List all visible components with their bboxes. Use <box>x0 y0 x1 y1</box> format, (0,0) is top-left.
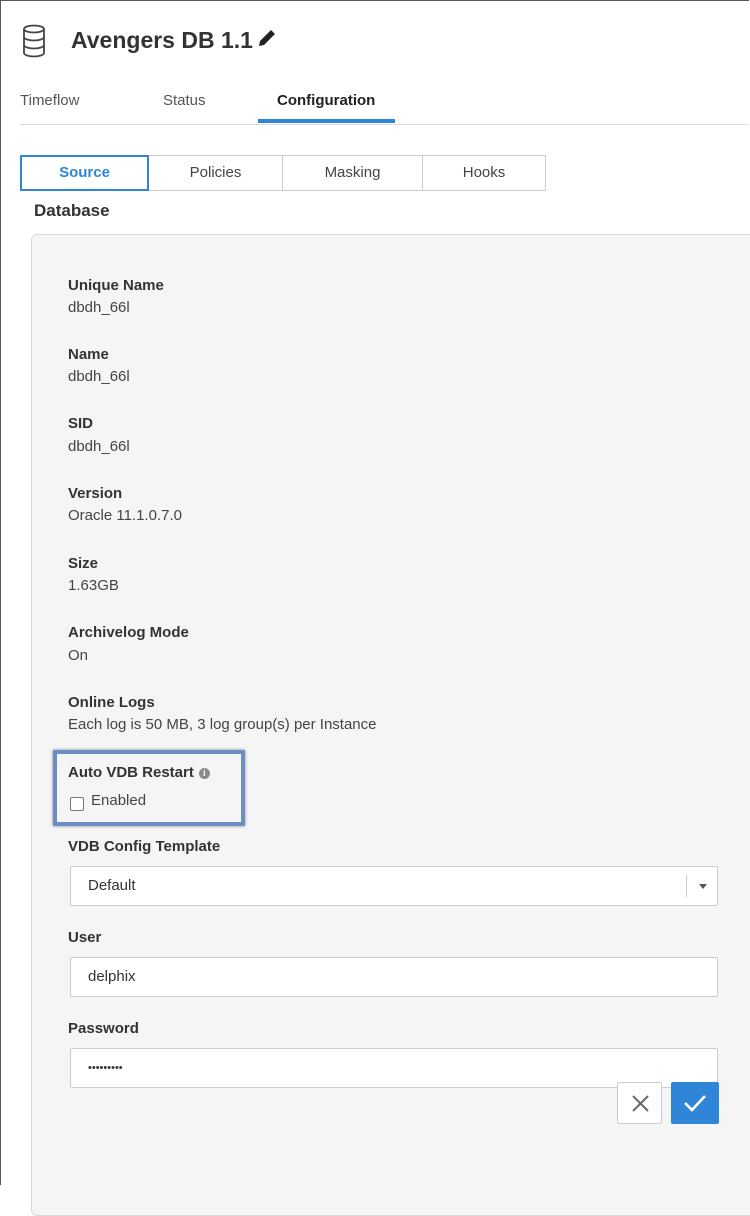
field-value-sid: dbdh_66l <box>68 438 130 455</box>
auto-restart-checkbox-label[interactable]: Enabled <box>91 792 146 809</box>
field-label-size: Size <box>68 555 99 572</box>
auto-restart-checkbox[interactable] <box>70 797 84 811</box>
tab-status[interactable]: Status <box>163 92 206 109</box>
field-value-archivelog-mode: On <box>68 647 89 664</box>
password-label: Password <box>68 1020 139 1037</box>
field-label-archivelog-mode: Archivelog Mode <box>68 624 189 641</box>
confirm-button[interactable] <box>671 1082 719 1124</box>
config-template-label: VDB Config Template <box>68 838 221 855</box>
field-value-version: Oracle 11.1.0.7.0 <box>68 507 182 524</box>
subtab-hooks[interactable]: Hooks <box>423 155 546 191</box>
caret-down-icon[interactable] <box>699 884 707 889</box>
field-label-version: Version <box>68 485 123 502</box>
active-tab-indicator <box>258 119 395 123</box>
field-value-name: dbdh_66l <box>68 368 130 385</box>
highlight-box <box>53 750 245 826</box>
auto-restart-label-text: Auto VDB Restart <box>68 764 194 781</box>
subtab-masking[interactable]: Masking <box>283 155 423 191</box>
page-title: Avengers DB 1.1 <box>71 27 253 53</box>
tab-configuration[interactable]: Configuration <box>277 92 375 109</box>
info-icon[interactable]: i <box>198 768 210 779</box>
check-icon <box>684 1095 706 1112</box>
field-label-online-logs: Online Logs <box>68 694 155 711</box>
user-label: User <box>68 929 102 946</box>
tabs-divider <box>20 124 749 125</box>
pencil-icon[interactable] <box>256 27 278 49</box>
cancel-button[interactable] <box>617 1082 662 1124</box>
config-template-value: Default <box>88 877 136 894</box>
field-label-sid: SID <box>68 415 94 432</box>
field-value-unique-name: dbdh_66l <box>68 299 130 316</box>
tab-timeflow[interactable]: Timeflow <box>20 92 79 109</box>
password-input-value: ••••••••• <box>88 1062 123 1074</box>
field-value-size: 1.63GB <box>68 577 119 594</box>
close-icon <box>632 1095 649 1112</box>
subtab-source[interactable]: Source <box>20 155 149 191</box>
field-label-unique-name: Unique Name <box>68 277 164 294</box>
subtab-policies[interactable]: Policies <box>149 155 283 191</box>
sub-tabs: Source Policies Masking Hooks <box>20 155 546 191</box>
field-label-name: Name <box>68 346 109 363</box>
section-heading: Database <box>34 201 110 220</box>
user-input-value: delphix <box>88 968 136 985</box>
user-input[interactable]: delphix <box>70 957 718 997</box>
database-icon <box>23 24 45 58</box>
field-value-online-logs: Each log is 50 MB, 3 log group(s) per In… <box>68 716 377 733</box>
select-divider <box>686 875 687 897</box>
config-template-select[interactable]: Default <box>70 866 718 906</box>
auto-restart-label: Auto VDB Restart i <box>68 764 210 781</box>
